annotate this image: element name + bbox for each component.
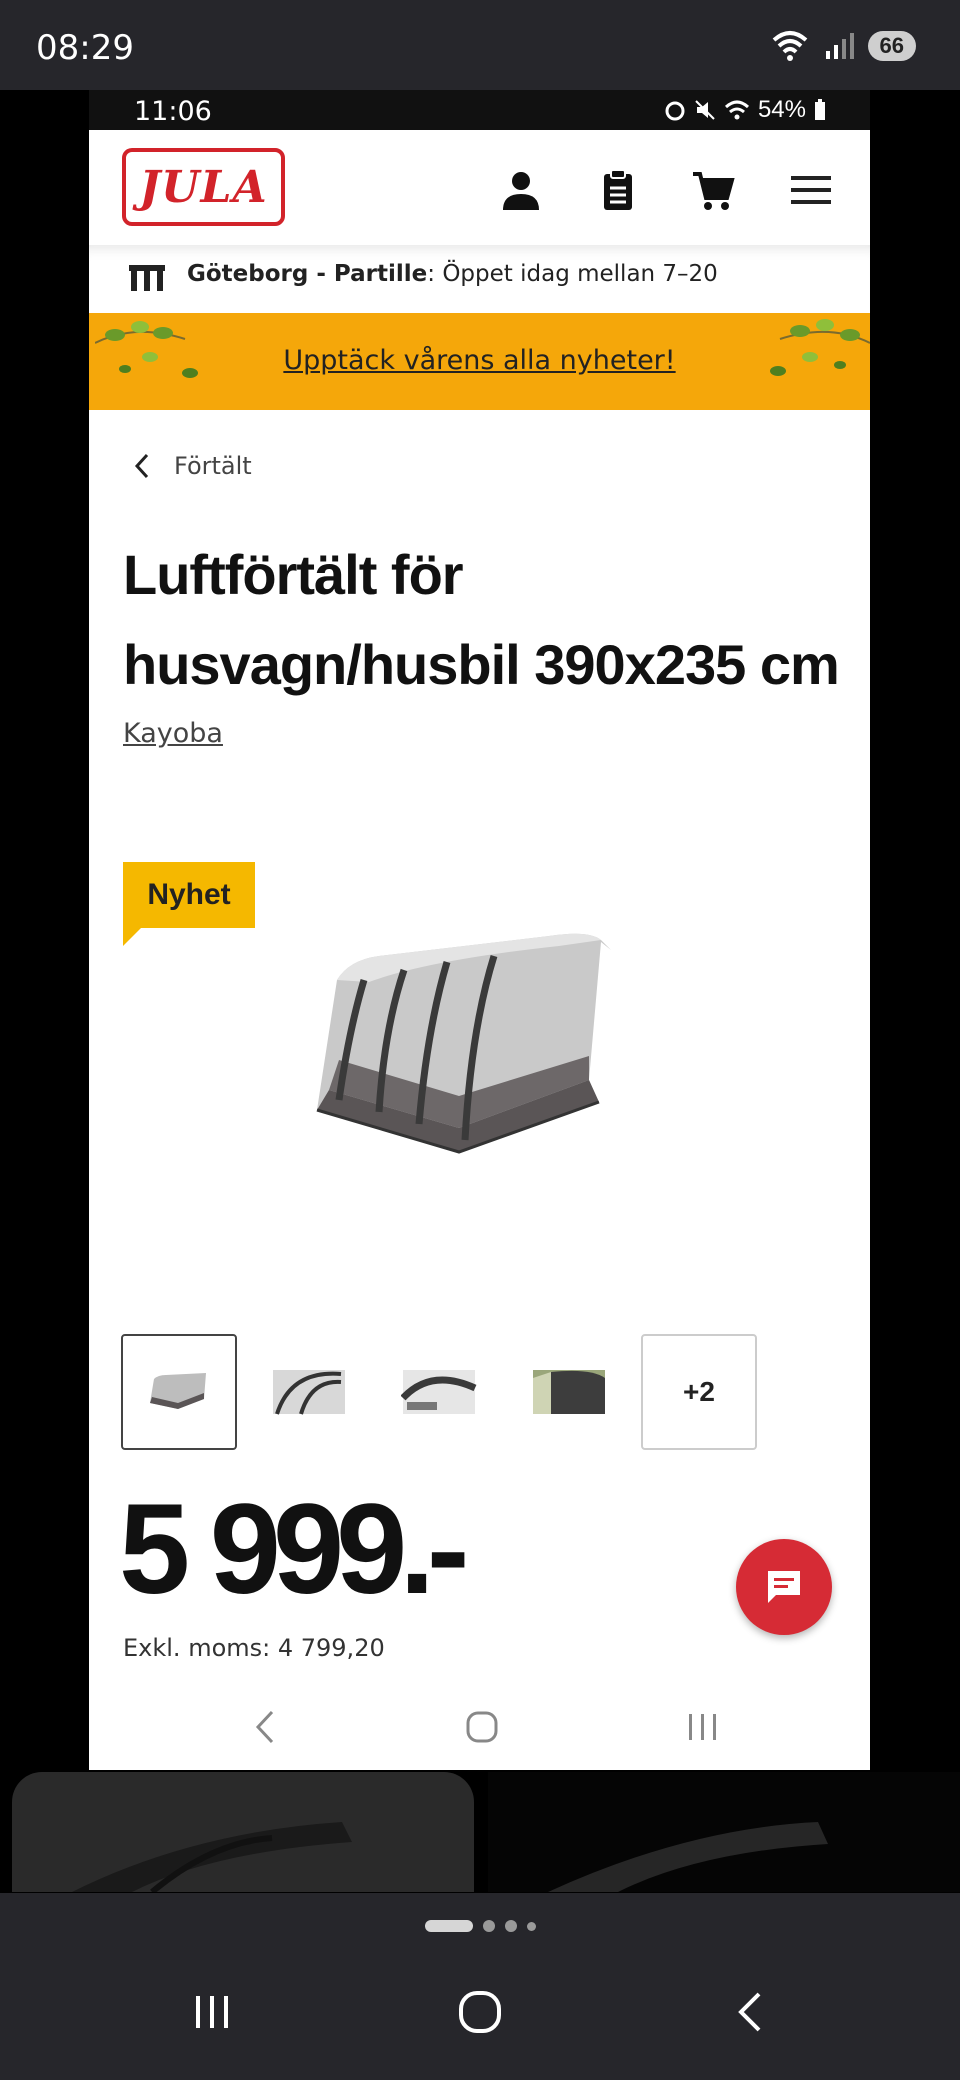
home-icon[interactable] xyxy=(458,1990,502,2039)
thumbnail-3[interactable] xyxy=(381,1334,497,1450)
inner-status-icons: 54% xyxy=(664,96,826,124)
back-icon[interactable] xyxy=(735,1990,765,2039)
page-dot xyxy=(504,1920,517,1932)
promo-banner: Upptäck vårens alla nyheter! xyxy=(89,313,870,410)
inner-battery-text: 54% xyxy=(757,96,806,123)
gallery-preview-2[interactable] xyxy=(488,1772,960,1892)
alarm-icon xyxy=(665,101,685,121)
chat-button[interactable] xyxy=(736,1539,832,1635)
promo-link[interactable]: Upptäck vårens alla nyheter! xyxy=(89,345,870,376)
preview-image xyxy=(72,1822,352,1892)
chevron-left-icon xyxy=(134,453,149,479)
thumbnail-strip: +2 xyxy=(121,1334,757,1450)
product-image[interactable] xyxy=(259,920,679,1240)
store-text: Göteborg - Partille: Öppet idag mellan 7… xyxy=(187,261,718,287)
new-badge: Nyhet xyxy=(123,862,255,946)
page-dot-active xyxy=(424,1920,473,1932)
page-dot xyxy=(482,1920,495,1932)
thumbnail-2[interactable] xyxy=(251,1334,367,1450)
page-dot xyxy=(526,1921,536,1931)
logo-text: JULA xyxy=(139,161,268,213)
preview-image xyxy=(548,1822,828,1892)
gallery-preview-1[interactable] xyxy=(12,1772,474,1892)
inner-status-time: 11:06 xyxy=(134,96,212,127)
store-icon xyxy=(129,265,165,291)
user-icon[interactable] xyxy=(499,168,543,212)
clipboard-icon[interactable] xyxy=(596,168,640,212)
inner-nav-bar xyxy=(89,1690,870,1770)
breadcrumb-label: Förtält xyxy=(174,452,252,480)
store-hours: : Öppet idag mellan 7–20 xyxy=(427,261,718,287)
inner-back-icon[interactable] xyxy=(252,1708,276,1751)
thumbnail-image xyxy=(150,1373,206,1409)
product-title-line2: husvagn/husbil 390x235 cm xyxy=(123,633,840,696)
screenshot-card: 11:06 54% JULA Göteborg - Partille: Öppe… xyxy=(89,90,870,1770)
wifi-icon xyxy=(772,31,807,61)
site-header: JULA xyxy=(89,130,870,245)
battery-indicator: 66 xyxy=(867,31,916,61)
product-price: 5 999.- xyxy=(119,1478,469,1621)
outer-status-time: 08:29 xyxy=(36,28,134,68)
product-title-line1: Luftförtält för xyxy=(123,543,464,606)
store-info-bar[interactable]: Göteborg - Partille: Öppet idag mellan 7… xyxy=(89,245,870,313)
leaf-decoration-right xyxy=(770,319,870,376)
inner-status-bar: 11:06 54% xyxy=(89,90,870,130)
thumbnail-image xyxy=(273,1370,345,1415)
store-name: Göteborg - Partille xyxy=(187,261,428,287)
battery-icon xyxy=(815,99,825,120)
product-brand-link[interactable]: Kayoba xyxy=(123,718,223,749)
inner-recents-icon[interactable] xyxy=(685,1708,721,1751)
outer-status-icons: 66 xyxy=(770,30,916,62)
inner-home-icon[interactable] xyxy=(465,1708,499,1751)
mute-icon xyxy=(695,100,715,120)
thumbnail-image xyxy=(401,1370,477,1414)
product-title: Luftförtält för husvagn/husbil 390x235 c… xyxy=(123,530,853,710)
jula-logo[interactable]: JULA xyxy=(122,148,285,226)
recents-icon[interactable] xyxy=(190,1990,234,2039)
thumbnail-1[interactable] xyxy=(121,1334,237,1450)
more-images-button[interactable]: +2 xyxy=(641,1334,757,1450)
chat-icon xyxy=(768,1571,800,1603)
page-indicator xyxy=(0,1920,960,1932)
signal-icon xyxy=(825,33,854,59)
thumbnail-4[interactable] xyxy=(511,1334,627,1450)
breadcrumb[interactable]: Förtält xyxy=(134,452,252,480)
price-excl-vat: Exkl. moms: 4 799,20 xyxy=(123,1634,385,1662)
thumbnail-image xyxy=(533,1370,605,1414)
outer-status-bar: 08:29 66 xyxy=(0,0,960,90)
wifi-icon xyxy=(724,100,749,120)
menu-icon[interactable] xyxy=(789,168,833,212)
cart-icon[interactable] xyxy=(691,168,735,212)
